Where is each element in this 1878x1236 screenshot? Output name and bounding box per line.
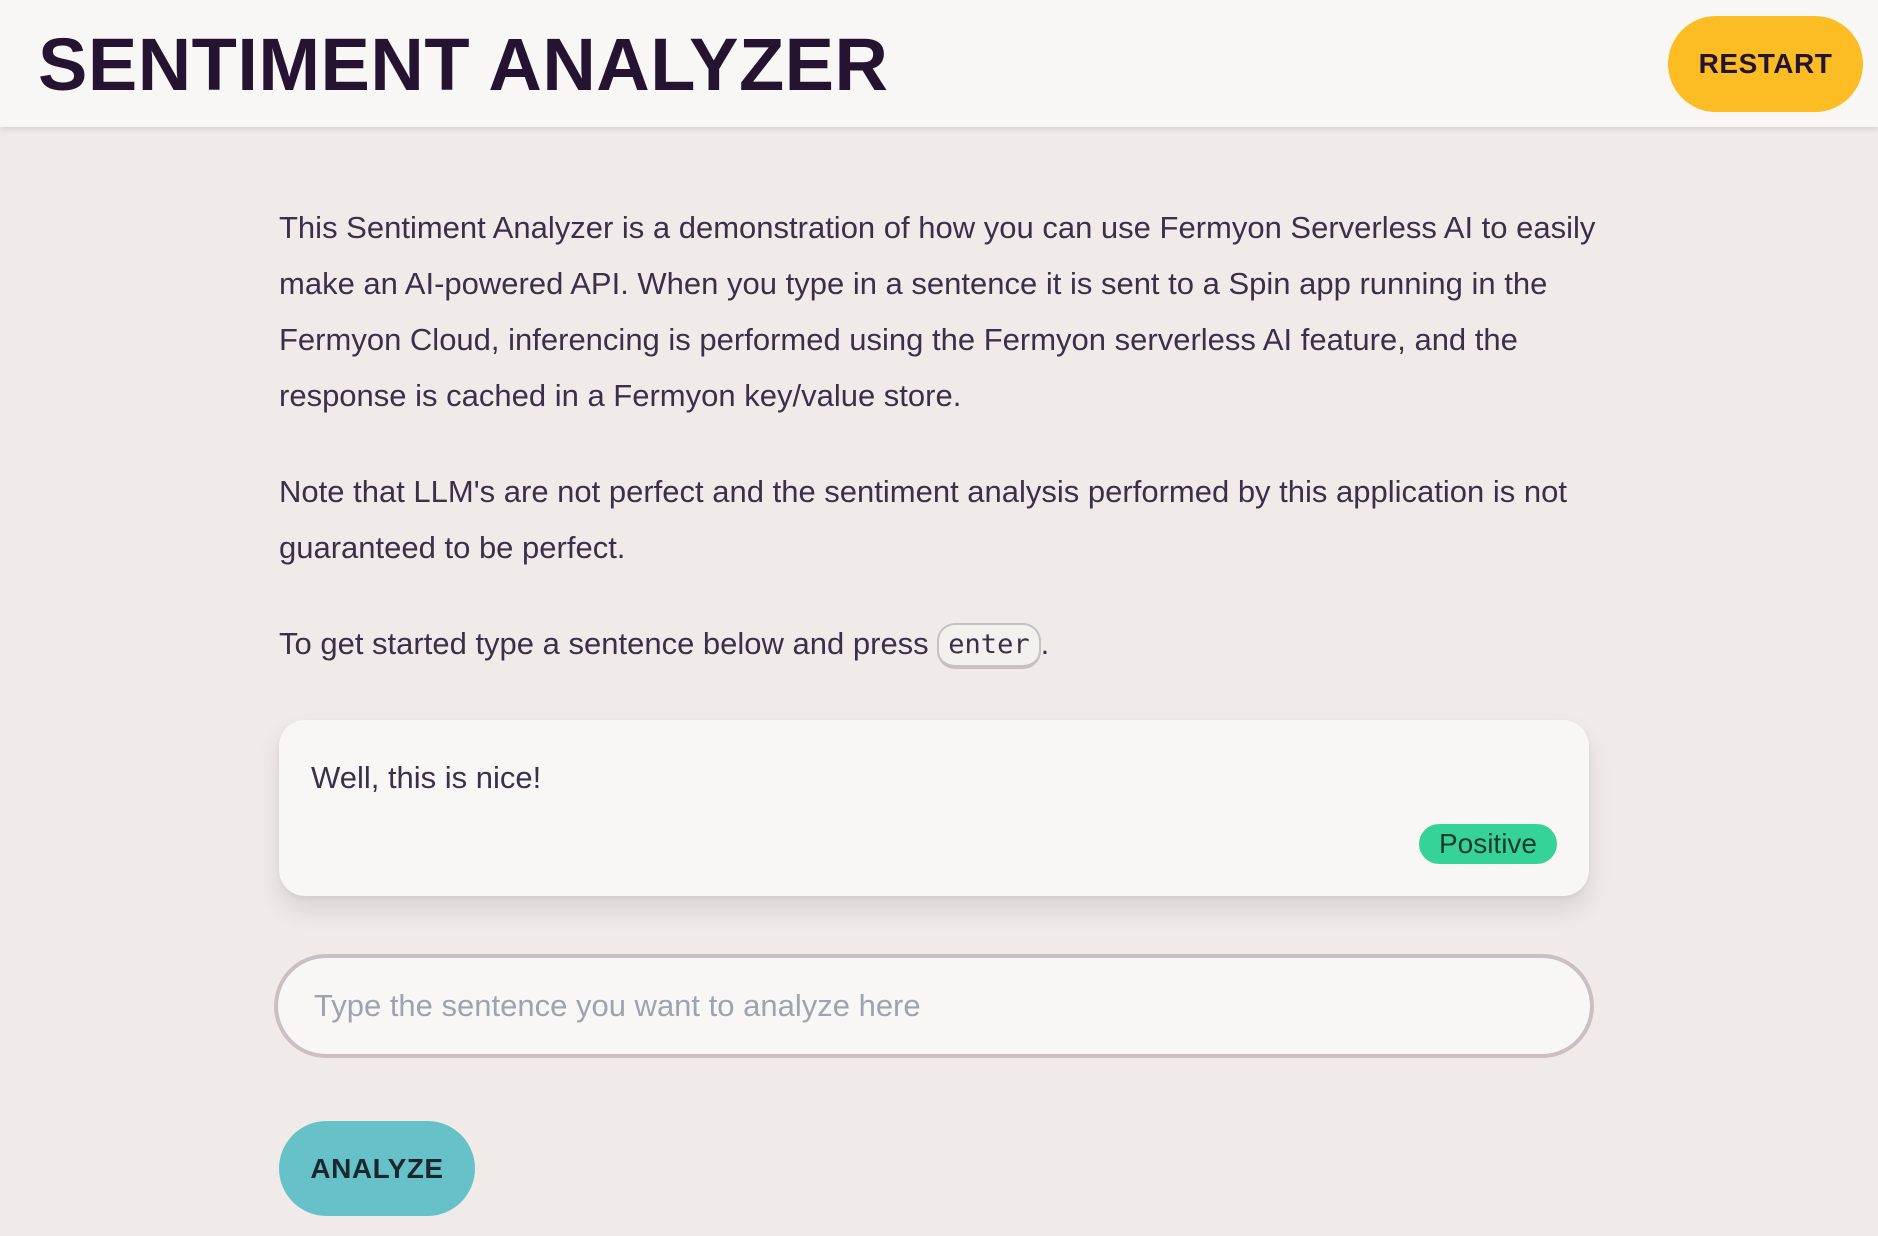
instructions-text: To get started type a sentence below and…: [279, 626, 938, 661]
app-title: SENTIMENT ANALYZER: [38, 23, 889, 106]
instructions-period: .: [1040, 626, 1050, 661]
analyze-button[interactable]: ANALYZE: [279, 1121, 475, 1216]
intro-paragraph-description: This Sentiment Analyzer is a demonstrati…: [279, 210, 1596, 413]
enter-key-hint: enter: [937, 622, 1041, 669]
result-card: Well, this is nice! Positive: [279, 720, 1589, 896]
restart-button[interactable]: RESTART: [1668, 16, 1863, 112]
app-header: SENTIMENT ANALYZER RESTART: [0, 0, 1878, 127]
sentiment-badge: Positive: [1418, 824, 1557, 864]
analyzed-sentence: Well, this is nice!: [311, 760, 542, 795]
intro-paragraph-disclaimer: Note that LLM's are not perfect and the …: [279, 474, 1567, 565]
intro-paragraph-instructions: To get started type a sentence below and…: [279, 616, 1599, 672]
sentence-input[interactable]: [274, 954, 1594, 1058]
intro-section: This Sentiment Analyzer is a demonstrati…: [279, 200, 1599, 672]
